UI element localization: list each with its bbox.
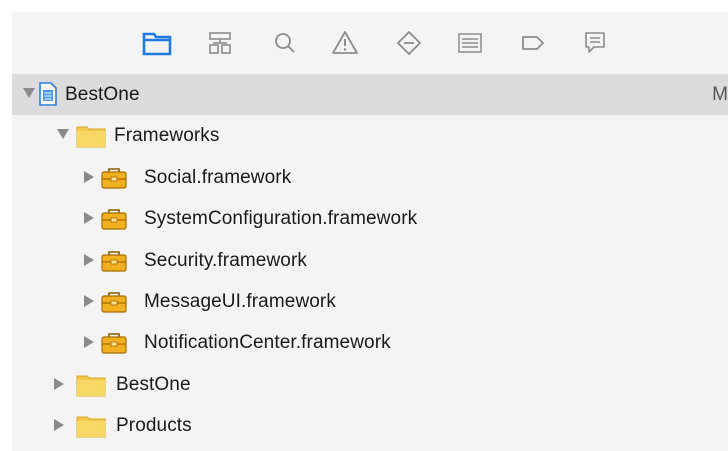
tree-row-framework[interactable]: Social.framework — [12, 157, 728, 198]
project-navigator: BestOne M Frameworks Social.framework Sy… — [12, 12, 728, 451]
disclosure-collapsed-icon[interactable] — [54, 419, 64, 431]
framework-label: Security.framework — [144, 250, 307, 271]
search-icon — [275, 33, 295, 53]
list-icon — [458, 33, 482, 53]
disclosure-collapsed-icon[interactable] — [84, 171, 94, 183]
report-navigator-tab[interactable] — [580, 28, 610, 58]
tree-row-group-products[interactable]: Products — [12, 405, 728, 446]
disclosure-expanded-icon[interactable] — [23, 88, 35, 98]
test-navigator-tab[interactable] — [394, 28, 424, 58]
disclosure-expanded-icon[interactable] — [57, 129, 69, 139]
toolbox-icon — [101, 292, 127, 313]
toolbox-icon — [101, 209, 127, 230]
disclosure-collapsed-icon[interactable] — [84, 336, 94, 348]
folder-icon — [76, 126, 106, 148]
framework-label: SystemConfiguration.framework — [144, 208, 418, 229]
toolbox-icon — [101, 333, 127, 354]
folder-icon — [76, 416, 106, 438]
hierarchy-icon — [209, 32, 231, 54]
tree-row-group-bestone[interactable]: BestOne — [12, 364, 728, 405]
disclosure-collapsed-icon[interactable] — [54, 378, 64, 390]
framework-label: NotificationCenter.framework — [144, 332, 391, 353]
toolbox-icon — [101, 251, 127, 272]
project-label: BestOne — [65, 84, 140, 105]
folder-icon — [142, 32, 172, 56]
message-icon — [585, 32, 605, 53]
navigator-toolbar — [12, 12, 728, 75]
tree-row-framework[interactable]: Security.framework — [12, 240, 728, 281]
breakpoint-diamond-icon — [397, 31, 421, 55]
tree-row-project[interactable]: BestOne M — [12, 74, 728, 115]
folder-icon — [76, 375, 106, 397]
issue-navigator-tab[interactable] — [330, 28, 360, 58]
tree-row-frameworks-group[interactable]: Frameworks — [12, 115, 728, 156]
source-control-status: M — [712, 84, 728, 105]
breakpoint-navigator-tab[interactable] — [518, 28, 548, 58]
toolbox-icon — [101, 168, 127, 189]
find-navigator-tab[interactable] — [270, 28, 300, 58]
disclosure-collapsed-icon[interactable] — [84, 254, 94, 266]
group-label: Frameworks — [114, 125, 220, 146]
disclosure-collapsed-icon[interactable] — [84, 212, 94, 224]
tag-icon — [522, 36, 544, 50]
project-navigator-tab[interactable] — [142, 28, 172, 58]
tree-row-framework[interactable]: NotificationCenter.framework — [12, 322, 728, 363]
debug-navigator-tab[interactable] — [455, 28, 485, 58]
symbol-navigator-tab[interactable] — [205, 28, 235, 58]
group-label: Products — [116, 415, 192, 436]
disclosure-collapsed-icon[interactable] — [84, 295, 94, 307]
warning-icon — [332, 31, 358, 54]
tree-row-framework[interactable]: MessageUI.framework — [12, 281, 728, 322]
tree-row-framework[interactable]: SystemConfiguration.framework — [12, 198, 728, 239]
project-file-icon — [39, 82, 57, 106]
framework-label: Social.framework — [144, 167, 292, 188]
framework-label: MessageUI.framework — [144, 291, 336, 312]
group-label: BestOne — [116, 374, 191, 395]
